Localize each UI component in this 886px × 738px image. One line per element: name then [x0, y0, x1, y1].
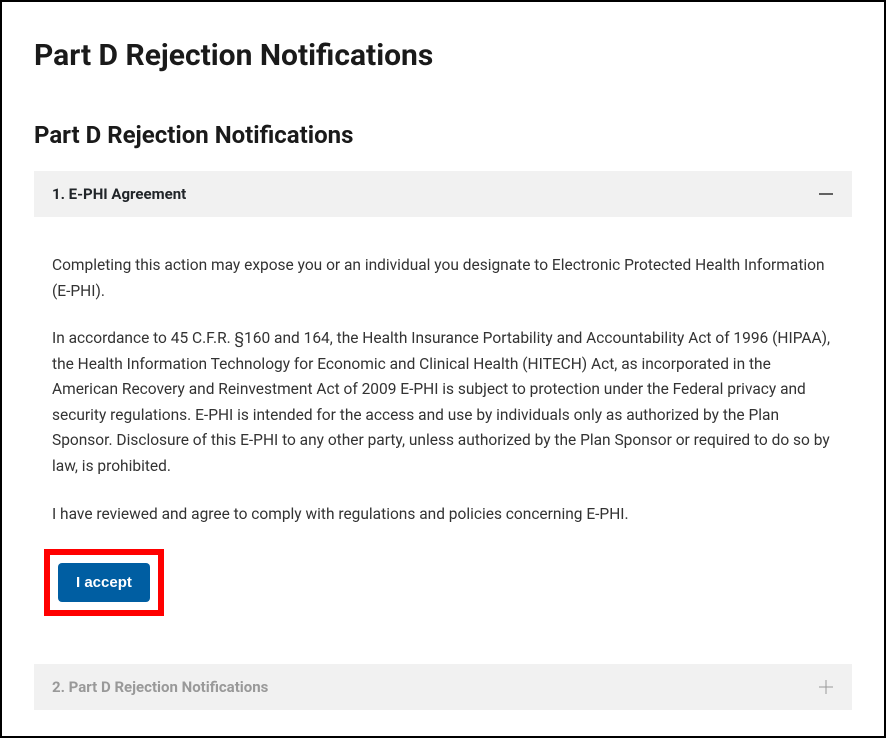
accordion-title-2: 2. Part D Rejection Notifications: [52, 678, 268, 696]
accordion-body-ephi-agreement: Completing this action may expose you or…: [34, 217, 852, 636]
ephi-paragraph-3: I have reviewed and agree to comply with…: [52, 502, 834, 528]
accordion-header-ephi-agreement[interactable]: 1. E-PHI Agreement: [34, 171, 852, 217]
accordion: 1. E-PHI Agreement Completing this actio…: [34, 171, 852, 710]
accordion-header-part-d-rejection[interactable]: 2. Part D Rejection Notifications: [34, 664, 852, 710]
page-title: Part D Rejection Notifications: [34, 38, 852, 73]
highlight-box: I accept: [44, 549, 164, 616]
minus-icon: [818, 186, 834, 202]
accept-button[interactable]: I accept: [58, 563, 150, 602]
accordion-title-1: 1. E-PHI Agreement: [52, 185, 186, 203]
ephi-paragraph-1: Completing this action may expose you or…: [52, 253, 834, 304]
plus-icon: [818, 679, 834, 695]
ephi-paragraph-2: In accordance to 45 C.F.R. §160 and 164,…: [52, 326, 834, 479]
section-title: Part D Rejection Notifications: [34, 121, 852, 149]
